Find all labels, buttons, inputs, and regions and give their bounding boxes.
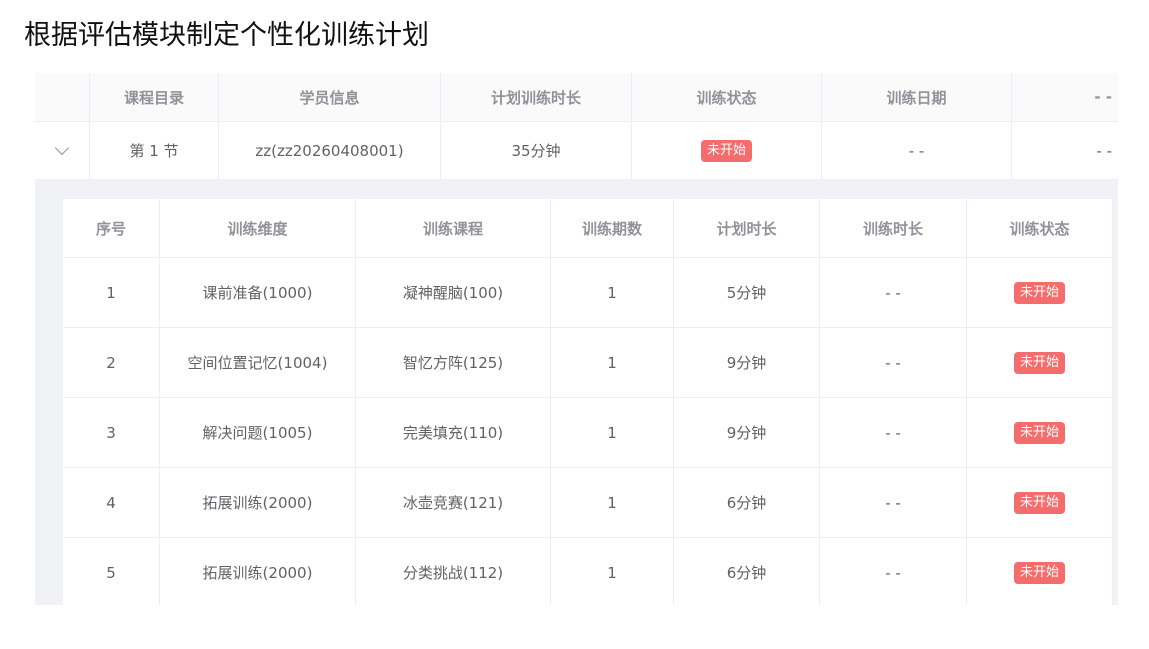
cell-periods: 1 bbox=[551, 258, 674, 327]
expand-toggle[interactable] bbox=[35, 122, 90, 179]
header-actual[interactable]: 训练时长 bbox=[820, 199, 967, 257]
header-training-date[interactable]: 训练日期 bbox=[822, 73, 1012, 121]
cell-course: 分类挑战(112) bbox=[356, 538, 551, 605]
cell-planned: 5分钟 bbox=[674, 258, 820, 327]
cell-periods: 1 bbox=[551, 538, 674, 605]
chevron-down-icon[interactable] bbox=[54, 140, 70, 156]
table-row[interactable]: 2 空间位置记忆(1004) 智忆方阵(125) 1 9分钟 - - 未开始 bbox=[63, 328, 1113, 398]
cell-course: 完美填充(110) bbox=[356, 398, 551, 467]
cell-status: 未开始 bbox=[632, 122, 822, 179]
cell-status: 未开始 bbox=[967, 468, 1113, 537]
header-index[interactable]: 序号 bbox=[63, 199, 160, 257]
cell-dimension: 解决问题(1005) bbox=[160, 398, 356, 467]
cell-index: 5 bbox=[63, 538, 160, 605]
status-badge: 未开始 bbox=[1013, 561, 1065, 584]
cell-index: 4 bbox=[63, 468, 160, 537]
header-course-catalog[interactable]: 课程目录 bbox=[90, 73, 219, 121]
cell-actual: - - bbox=[820, 468, 967, 537]
cell-dimension: 拓展训练(2000) bbox=[160, 538, 356, 605]
expand-column-header bbox=[35, 73, 90, 121]
cell-extra: - - bbox=[1096, 141, 1112, 160]
status-badge: 未开始 bbox=[1013, 491, 1065, 514]
table-row[interactable]: 第 1 节 zz(zz20260408001) 35分钟 未开始 - - - - bbox=[35, 122, 1118, 180]
cell-periods: 1 bbox=[551, 328, 674, 397]
cell-dimension: 拓展训练(2000) bbox=[160, 468, 356, 537]
cell-status: 未开始 bbox=[967, 258, 1113, 327]
outer-table-header: 课程目录 学员信息 计划训练时长 训练状态 训练日期 - - bbox=[35, 73, 1118, 122]
header-training-status[interactable]: 训练状态 bbox=[632, 73, 822, 121]
cell-index: 1 bbox=[63, 258, 160, 327]
header-planned-duration[interactable]: 计划训练时长 bbox=[441, 73, 632, 121]
lesson-detail-table: 序号 训练维度 训练课程 训练期数 计划时长 训练时长 训练状态 1 课前准备(… bbox=[63, 199, 1113, 605]
table-row[interactable]: 3 解决问题(1005) 完美填充(110) 1 9分钟 - - 未开始 bbox=[63, 398, 1113, 468]
expanded-row-panel: 序号 训练维度 训练课程 训练期数 计划时长 训练时长 训练状态 1 课前准备(… bbox=[35, 179, 1118, 605]
cell-planned: 9分钟 bbox=[674, 398, 820, 467]
header-dimension[interactable]: 训练维度 bbox=[160, 199, 356, 257]
cell-status: 未开始 bbox=[967, 328, 1113, 397]
cell-chapter: 第 1 节 bbox=[90, 122, 219, 179]
cell-status: 未开始 bbox=[967, 538, 1113, 605]
cell-date: - - bbox=[822, 122, 1012, 179]
header-status[interactable]: 训练状态 bbox=[967, 199, 1113, 257]
cell-dimension: 空间位置记忆(1004) bbox=[160, 328, 356, 397]
table-row[interactable]: 4 拓展训练(2000) 冰壶竞赛(121) 1 6分钟 - - 未开始 bbox=[63, 468, 1113, 538]
header-course[interactable]: 训练课程 bbox=[356, 199, 551, 257]
cell-student: zz(zz20260408001) bbox=[219, 122, 441, 179]
header-planned[interactable]: 计划时长 bbox=[674, 199, 820, 257]
cell-periods: 1 bbox=[551, 468, 674, 537]
header-extra[interactable]: - - bbox=[1012, 73, 1118, 121]
page-title: 根据评估模块制定个性化训练计划 bbox=[24, 20, 429, 51]
status-badge: 未开始 bbox=[1013, 421, 1065, 444]
cell-planned: 9分钟 bbox=[674, 328, 820, 397]
status-badge: 未开始 bbox=[700, 139, 752, 162]
cell-course: 凝神醒脑(100) bbox=[356, 258, 551, 327]
cell-planned: 6分钟 bbox=[674, 468, 820, 537]
cell-periods: 1 bbox=[551, 398, 674, 467]
table-row[interactable]: 5 拓展训练(2000) 分类挑战(112) 1 6分钟 - - 未开始 bbox=[63, 538, 1113, 605]
header-student-info[interactable]: 学员信息 bbox=[219, 73, 441, 121]
cell-index: 2 bbox=[63, 328, 160, 397]
cell-status: 未开始 bbox=[967, 398, 1113, 467]
cell-index: 3 bbox=[63, 398, 160, 467]
cell-course: 冰壶竞赛(121) bbox=[356, 468, 551, 537]
status-badge: 未开始 bbox=[1013, 281, 1065, 304]
header-periods[interactable]: 训练期数 bbox=[551, 199, 674, 257]
cell-actual: - - bbox=[820, 258, 967, 327]
cell-course: 智忆方阵(125) bbox=[356, 328, 551, 397]
inner-table-header: 序号 训练维度 训练课程 训练期数 计划时长 训练时长 训练状态 bbox=[63, 199, 1113, 258]
cell-dimension: 课前准备(1000) bbox=[160, 258, 356, 327]
course-plan-table: 课程目录 学员信息 计划训练时长 训练状态 训练日期 - - 第 1 节 zz(… bbox=[35, 73, 1118, 180]
cell-actual: - - bbox=[820, 398, 967, 467]
cell-actual: - - bbox=[820, 538, 967, 605]
cell-planned-duration: 35分钟 bbox=[441, 122, 632, 179]
status-badge: 未开始 bbox=[1013, 351, 1065, 374]
cell-actual: - - bbox=[820, 328, 967, 397]
cell-planned: 6分钟 bbox=[674, 538, 820, 605]
table-row[interactable]: 1 课前准备(1000) 凝神醒脑(100) 1 5分钟 - - 未开始 bbox=[63, 258, 1113, 328]
